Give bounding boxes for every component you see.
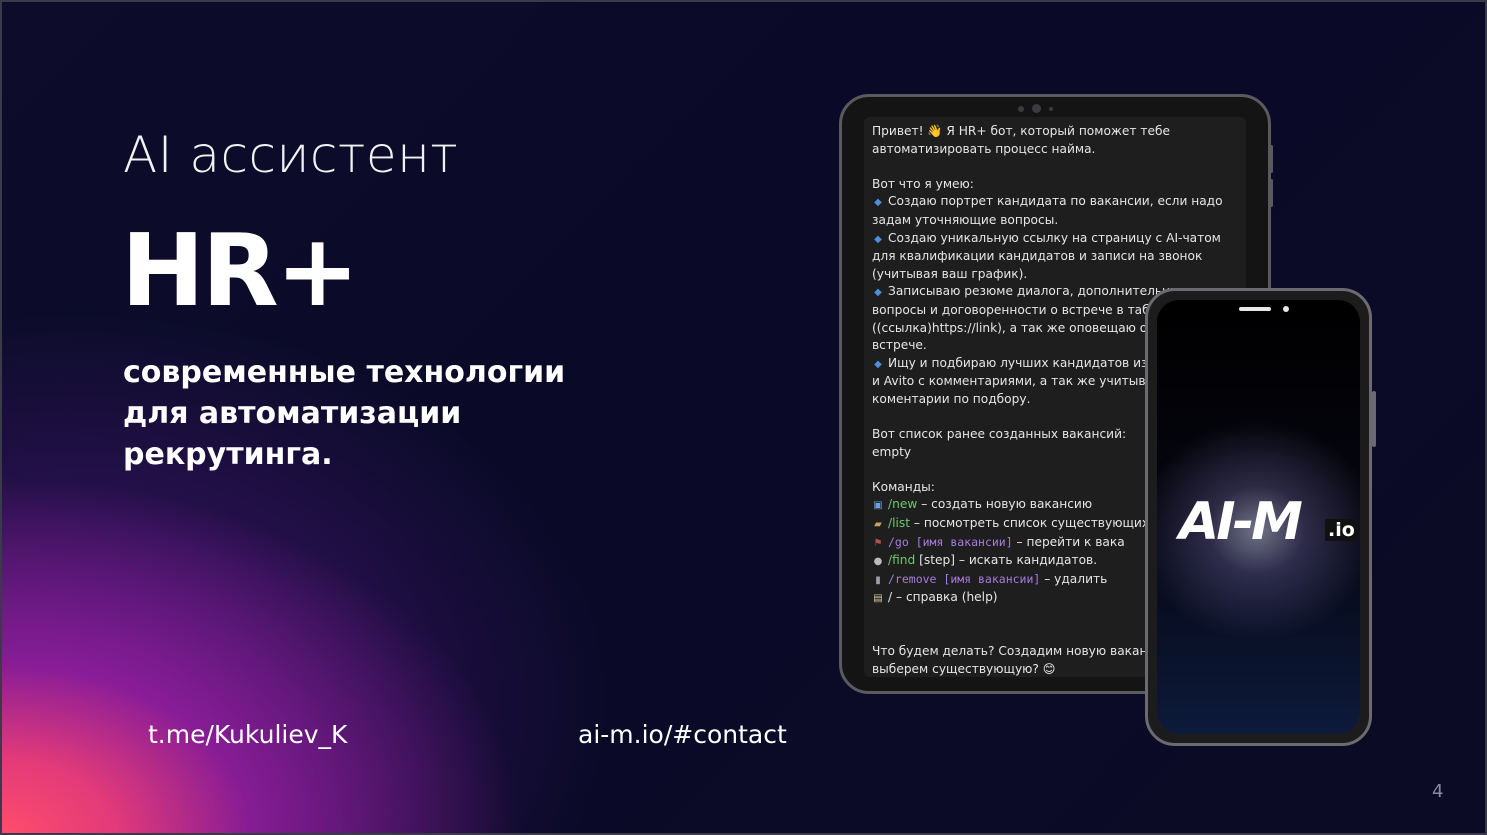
- chat-line: [step] – искать кандидатов.: [915, 553, 1098, 568]
- slide-title: HR+: [121, 212, 359, 329]
- blue-diamond-icon: ◆: [874, 233, 882, 245]
- chat-line: для квалификации кандидатов и записи на …: [872, 249, 1203, 264]
- front-camera-icon: [1283, 306, 1289, 312]
- chat-line: Записываю резюме диалога, дополнительные: [888, 284, 1188, 299]
- camera-lens-icon: [1032, 104, 1041, 113]
- slide: AI ассистент HR+ современные технологии …: [0, 0, 1487, 835]
- chat-line: автоматизировать процесс найма.: [872, 141, 1096, 156]
- chat-line: – перейти к вака: [1012, 534, 1125, 549]
- blue-diamond-icon: ◆: [874, 197, 882, 209]
- speaker-grille: [1239, 307, 1271, 311]
- tablet-camera: [1018, 104, 1053, 113]
- command-find[interactable]: /find: [888, 553, 915, 567]
- chat-line: Ищу и подбираю лучших кандидатов из: [888, 355, 1148, 370]
- blue-diamond-icon: ◆: [874, 287, 882, 299]
- chat-line: Создаю портрет кандидата по вакансии, ес…: [888, 194, 1223, 209]
- tablet-volume-button: [1270, 145, 1273, 173]
- book-icon: ▤: [873, 593, 883, 605]
- ai-m-logo-suffix: .io: [1325, 519, 1358, 541]
- command-go-arg: [имя вакансии]: [908, 534, 1013, 549]
- command-remove-arg: [имя вакансии]: [936, 571, 1041, 586]
- signpost-icon: ⚑: [873, 537, 883, 549]
- command-new[interactable]: /new: [888, 497, 917, 511]
- slide-subtitle: AI ассистент: [123, 126, 459, 184]
- phone-notch: [1203, 300, 1315, 320]
- phone-power-button: [1372, 391, 1376, 447]
- tablet-volume-button: [1270, 179, 1273, 207]
- ai-m-logo: AI-M: [1179, 492, 1303, 552]
- command-go[interactable]: /go: [888, 535, 909, 549]
- chat-line: – удалить: [1040, 571, 1108, 586]
- chat-line: (учитывая ваш график).: [872, 266, 1028, 281]
- magnifier-icon: ●: [873, 556, 883, 568]
- chat-line: Вот что я умею:: [872, 176, 974, 191]
- command-list[interactable]: /list: [888, 516, 910, 530]
- chat-line: – посмотреть список существующих: [910, 516, 1150, 531]
- folder-icon: ▰: [874, 519, 882, 531]
- telegram-link[interactable]: t.me/Kukuliev_K: [148, 720, 347, 749]
- phone-mockup: AI-M .io: [1145, 288, 1376, 746]
- website-contact-link[interactable]: ai-m.io/#contact: [578, 720, 787, 749]
- new-badge-icon: ▣: [873, 500, 883, 512]
- command-remove[interactable]: /remove: [888, 572, 936, 586]
- sensor-dot: [1018, 105, 1024, 112]
- trash-icon: ▮: [875, 574, 881, 586]
- chat-line: – создать новую вакансию: [917, 497, 1093, 512]
- chat-line: задам уточняющие вопросы.: [872, 212, 1059, 227]
- slide-tagline: современные технологии для автоматизации…: [123, 355, 566, 472]
- chat-line: Создаю уникальную ссылку на страницу с A…: [888, 230, 1221, 245]
- chat-line: / – справка (help): [888, 590, 998, 605]
- phone-screen: AI-M .io: [1157, 300, 1360, 734]
- sensor-dot: [1049, 106, 1053, 111]
- chat-line: Привет! 👋 Я HR+ бот, который поможет теб…: [872, 124, 1170, 138]
- page-number: 4: [1432, 781, 1444, 802]
- blue-diamond-icon: ◆: [874, 358, 882, 370]
